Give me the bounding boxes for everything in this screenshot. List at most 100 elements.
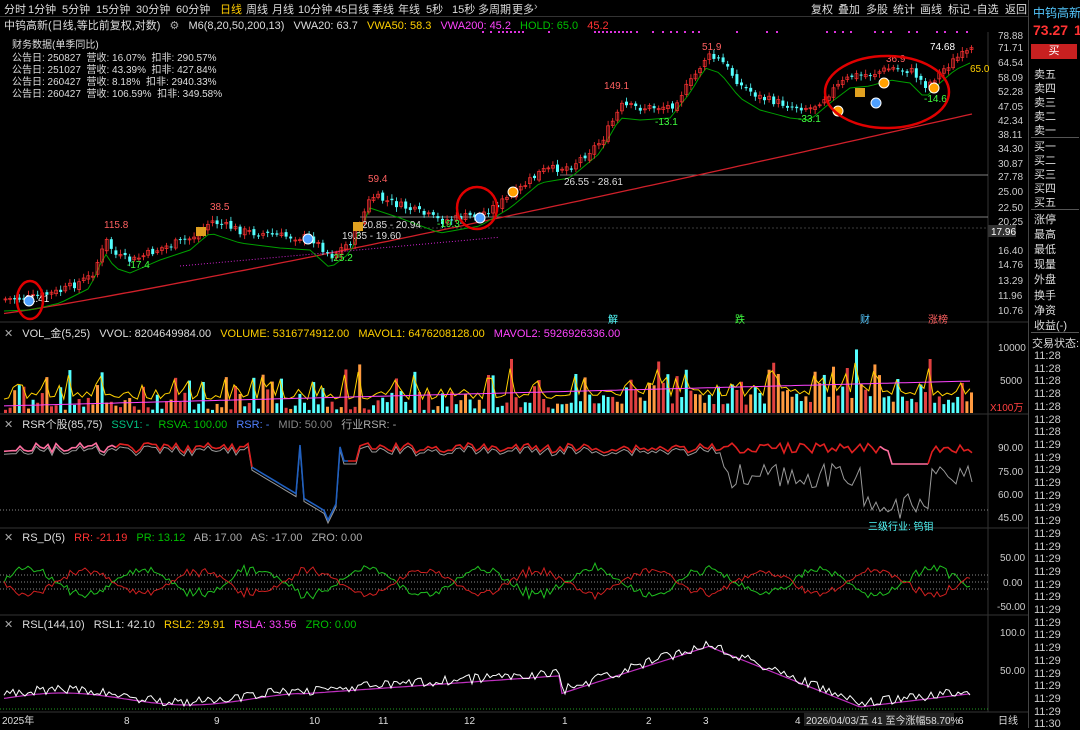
volume-bar	[4, 409, 7, 413]
period-toolbar: 分时 1分钟 5分钟 15分钟 30分钟 60分钟 日线 周线 月线 10分钟 …	[0, 0, 1028, 17]
candle-body	[169, 246, 173, 248]
trade-time: 11:28	[1034, 388, 1061, 401]
period-daily[interactable]: 日线	[220, 1, 242, 17]
volume-bar	[680, 397, 684, 413]
volume-bar	[592, 403, 596, 413]
signal-dot	[498, 31, 500, 33]
candle-body	[735, 74, 739, 85]
range-label: 19.35 - 19.60	[342, 231, 401, 242]
more-chevron-icon[interactable]: ›	[534, 1, 538, 13]
buy-button[interactable]: 买	[1031, 44, 1077, 59]
period-more[interactable]: 更多	[512, 1, 534, 17]
period-10min[interactable]: 10分钟	[298, 1, 332, 17]
volume-bar	[795, 393, 799, 413]
volume-bar	[326, 406, 329, 413]
vol-axis-label: 10000	[998, 343, 1026, 354]
signal-dot	[598, 31, 600, 33]
volume-bar	[464, 393, 467, 413]
volume-bar	[818, 383, 822, 413]
toolbar-huaxian[interactable]: 画线	[920, 1, 942, 17]
trade-time: 11:29	[1034, 489, 1061, 502]
toolbar-diejia[interactable]: 叠加	[838, 1, 860, 17]
orange-signal-icon	[878, 77, 890, 89]
return-button[interactable]: 返回	[1005, 1, 1027, 17]
volume-bar	[266, 389, 270, 413]
chart-area[interactable]: 中钨高新(日线,等比前复权,对数) ⚙ M6(8,20,50,200,13) V…	[0, 16, 1028, 728]
trade-time: 11:28	[1034, 400, 1061, 413]
rsl-axis-label: 100.0	[1000, 628, 1025, 639]
period-45day[interactable]: 45日线	[335, 1, 369, 17]
volume-bar	[289, 408, 293, 413]
period-30min[interactable]: 30分钟	[136, 1, 170, 17]
candle-body	[257, 235, 260, 237]
volume-bar	[542, 398, 546, 413]
signal-dot	[606, 31, 608, 33]
period-weekly[interactable]: 周线	[246, 1, 268, 17]
period-year[interactable]: 年线	[398, 1, 420, 17]
trade-time: 11:28	[1034, 426, 1061, 439]
volume-bar	[114, 405, 118, 413]
toolbar-tongji[interactable]: 统计	[893, 1, 915, 17]
back-to-watchlist[interactable]: -自选	[973, 1, 999, 17]
rsd-axis-label: -50.00	[997, 602, 1026, 613]
volume-bar	[735, 389, 739, 413]
period-fenshi[interactable]: 分时	[4, 1, 26, 17]
volume-bar	[868, 396, 872, 413]
dollar-badge-icon	[855, 88, 865, 97]
toolbar-fuquan[interactable]: 复权	[811, 1, 833, 17]
candle-body	[468, 212, 472, 216]
volume-bar	[119, 407, 122, 413]
period-multi[interactable]: 多周期	[478, 1, 511, 17]
candle-body	[215, 220, 219, 225]
toolbar-duogu[interactable]: 多股	[866, 1, 888, 17]
low-label: -14.6	[924, 94, 947, 105]
candle-body	[914, 68, 918, 78]
volume-bar	[753, 387, 757, 413]
candle-body	[13, 298, 17, 300]
volume-bar	[523, 402, 527, 413]
hold-tag: 65.0	[970, 64, 990, 75]
signal-dot	[594, 31, 596, 33]
trade-time: 11:29	[1034, 591, 1061, 604]
period-monthly[interactable]: 月线	[272, 1, 294, 17]
candle-body	[896, 68, 900, 70]
candle-body	[634, 103, 638, 107]
volume-bar	[546, 407, 550, 413]
rsr-axis-label: 45.00	[998, 513, 1023, 524]
period-5sec[interactable]: 5秒	[426, 1, 443, 17]
volume-bar	[399, 391, 403, 413]
period-15sec[interactable]: 15秒	[452, 1, 475, 17]
candle-body	[905, 71, 909, 73]
candle-body	[790, 106, 794, 108]
volume-bar	[519, 407, 523, 413]
period-15min[interactable]: 15分钟	[96, 1, 130, 17]
volume-bar	[694, 394, 697, 413]
signal-dot	[842, 31, 844, 33]
kline-chart[interactable]: 78.8871.71 64.54 58.09 52.28 47.05 42.34 38.11…	[0, 16, 1028, 728]
candle-body	[229, 220, 233, 229]
volume-bar	[786, 390, 789, 413]
rsr-segment	[879, 445, 928, 465]
period-5min[interactable]: 5分钟	[62, 1, 90, 17]
trade-time: 11:29	[1034, 451, 1061, 464]
candle-body	[390, 198, 394, 201]
event-marker-die[interactable]: 跌	[735, 313, 745, 326]
candle-body	[422, 210, 426, 215]
volume-bar	[841, 386, 845, 413]
event-marker-zhang[interactable]: 涨榜	[928, 313, 948, 326]
candle-body	[151, 248, 155, 255]
volume-bar	[505, 402, 509, 413]
volume-bar	[951, 402, 955, 413]
signal-dot	[966, 31, 968, 33]
volume-bar	[381, 397, 385, 413]
period-1min[interactable]: 1分钟	[28, 1, 56, 17]
candle-body	[431, 212, 435, 215]
period-60min[interactable]: 60分钟	[176, 1, 210, 17]
volume-bar	[937, 396, 941, 413]
vol-axis-label: 5000	[1000, 376, 1023, 387]
signal-dot	[502, 31, 504, 33]
toolbar-biaoji[interactable]: 标记	[948, 1, 970, 17]
event-marker-cai[interactable]: 财	[860, 313, 870, 326]
event-marker-jie[interactable]: 解	[608, 313, 618, 326]
period-quarter[interactable]: 季线	[372, 1, 394, 17]
